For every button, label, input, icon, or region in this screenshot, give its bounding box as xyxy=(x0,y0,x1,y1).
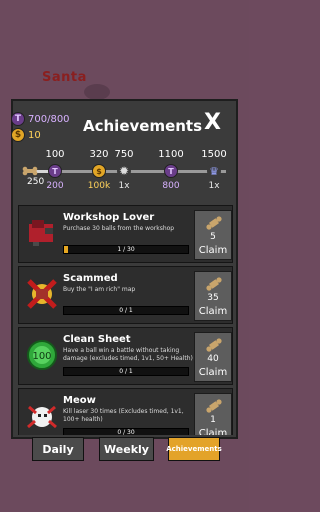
achievement-name: Scammed xyxy=(63,273,118,284)
milestone-threshold: 1100 xyxy=(158,149,184,160)
coin-count: 10 xyxy=(28,129,41,141)
claim-reward-amount: 1 xyxy=(210,415,216,425)
claim-button[interactable]: 35 Claim xyxy=(194,271,232,321)
milestone-threshold: 320 xyxy=(89,149,109,160)
achievement-description: Have a ball win a battle without taking … xyxy=(63,347,193,362)
achievement-card: Meow Kill laser 30 times (Excludes timed,… xyxy=(18,388,233,435)
token-icon: T xyxy=(48,164,62,178)
meow-icon xyxy=(23,397,61,435)
scammed-icon xyxy=(23,275,61,313)
coin-icon: $ xyxy=(11,128,25,142)
achievement-progress-bar: 0 / 30 xyxy=(63,428,189,435)
token-icon: T xyxy=(164,164,178,178)
token-icon: T xyxy=(11,112,25,126)
claim-label: Claim xyxy=(198,367,228,378)
milestone-threshold: 750 xyxy=(114,149,134,160)
progress-text: 0 / 1 xyxy=(119,307,133,314)
tab-weekly[interactable]: Weekly xyxy=(99,437,154,461)
milestone-threshold: 100 xyxy=(45,149,65,160)
milestone-threshold: 1500 xyxy=(201,149,227,160)
token-count: 700/800 xyxy=(28,113,70,125)
milestone-reward: 100k xyxy=(87,181,111,191)
svg-text:100: 100 xyxy=(32,351,51,362)
claim-label: Claim xyxy=(198,428,228,435)
achievement-description: Purchase 30 balls from the workshop xyxy=(63,225,175,232)
claim-reward-amount: 40 xyxy=(207,354,219,364)
milestone-reward: 1x xyxy=(118,181,130,191)
clean-sheet-icon: 100 xyxy=(23,336,61,374)
milestone-reward: 1x xyxy=(208,181,220,191)
bone-icon xyxy=(205,337,223,353)
start-reward: 250 xyxy=(27,177,45,187)
achievement-name: Clean Sheet xyxy=(63,334,131,345)
achievement-progress-bar: 1 / 30 xyxy=(63,245,189,254)
gear-icon: ✹ xyxy=(117,164,131,178)
claim-button[interactable]: 1 Claim xyxy=(194,393,232,435)
background-shadow xyxy=(84,84,110,100)
progress-text: 0 / 1 xyxy=(119,368,133,375)
claim-button[interactable]: 5 Claim xyxy=(194,210,232,260)
workshop-icon xyxy=(23,214,61,252)
opponent-name-left: Santa xyxy=(42,70,87,85)
panel-title: Achievements xyxy=(83,117,203,135)
achievement-name: Workshop Lover xyxy=(63,212,155,223)
bone-icon xyxy=(205,276,223,292)
bone-icon xyxy=(205,398,223,414)
achievement-card: 100 Clean Sheet Have a ball win a battle w… xyxy=(18,327,233,385)
claim-button[interactable]: 40 Claim xyxy=(194,332,232,382)
claim-label: Claim xyxy=(198,306,228,317)
achievement-progress-bar: 0 / 1 xyxy=(63,367,189,376)
currency-bar: T 700/800 xyxy=(11,112,70,126)
tab-daily[interactable]: Daily xyxy=(32,437,84,461)
milestone-reward: 200 xyxy=(46,181,64,191)
bone-icon xyxy=(22,166,38,176)
bone-icon xyxy=(205,215,223,231)
milestone-track: 100 T 200 320 $100k 750 ✹ 1x 1100 T 800 1500 ♛ 1x xyxy=(18,149,233,193)
claim-reward-amount: 5 xyxy=(210,232,216,242)
crown-icon: ♛ xyxy=(207,164,221,178)
currency-bar-coins: $ 10 xyxy=(11,128,41,142)
achievement-description: Buy the "I am rich" map xyxy=(63,286,136,293)
milestone-reward: 800 xyxy=(162,181,180,191)
achievement-card: Workshop Lover Purchase 30 balls from the… xyxy=(18,205,233,263)
claim-label: Claim xyxy=(198,245,228,256)
achievement-description: Kill laser 30 times (Excludes timed, 1v1… xyxy=(63,408,184,423)
achievement-name: Meow xyxy=(63,395,96,406)
coin-icon: $ xyxy=(92,164,106,178)
achievement-card: Scammed Buy the "I am rich" map 0 / 1 35 Cla… xyxy=(18,266,233,324)
close-button[interactable]: X xyxy=(204,112,221,134)
claim-reward-amount: 35 xyxy=(207,293,219,303)
achievement-list[interactable]: Workshop Lover Purchase 30 balls from the… xyxy=(18,200,233,435)
achievement-progress-bar: 0 / 1 xyxy=(63,306,189,315)
tab-achievements[interactable]: Achievements xyxy=(166,437,222,461)
progress-text: 1 / 30 xyxy=(117,246,135,253)
progress-text: 0 / 30 xyxy=(117,429,135,435)
